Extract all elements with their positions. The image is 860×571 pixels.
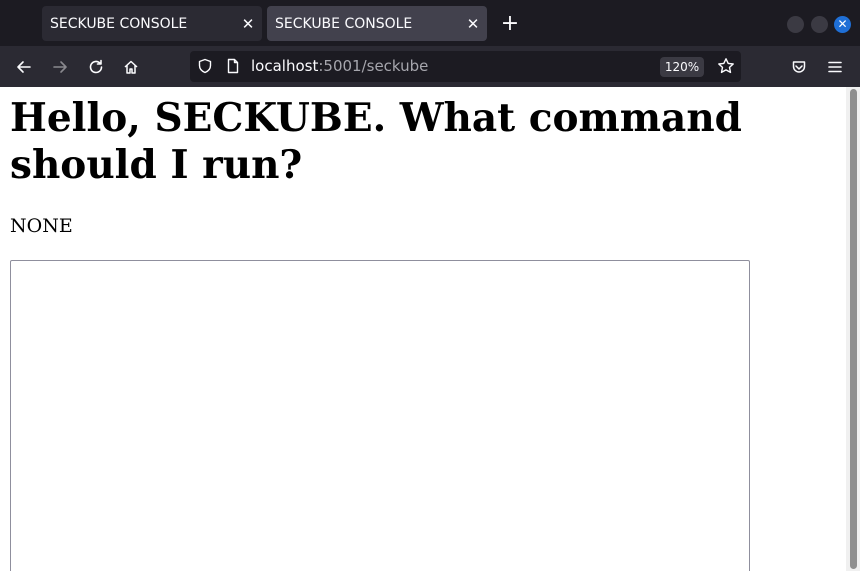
vertical-scrollbar[interactable] (846, 87, 860, 571)
bookmark-star-icon[interactable] (716, 56, 736, 76)
home-icon (124, 60, 138, 74)
maximize-button[interactable] (811, 16, 828, 33)
navigation-toolbar: localhost:5001/seckube 120% (0, 46, 860, 87)
command-input[interactable] (10, 260, 750, 571)
arrow-right-icon (53, 61, 67, 73)
address-bar[interactable]: localhost:5001/seckube 120% (190, 51, 741, 82)
tab-seckube-console-1[interactable]: SECKUBE CONSOLE ✕ (42, 6, 262, 41)
back-button[interactable] (11, 54, 37, 80)
command-result-text: NONE (10, 215, 73, 237)
tab-strip: SECKUBE CONSOLE ✕ SECKUBE CONSOLE ✕ + ✕ (0, 0, 860, 46)
window-close-button[interactable]: ✕ (834, 16, 851, 33)
tab-close-icon[interactable]: ✕ (459, 15, 487, 33)
new-tab-button[interactable]: + (497, 10, 523, 38)
menu-button[interactable] (822, 54, 848, 80)
pocket-button[interactable] (786, 54, 812, 80)
page-content: Hello, SECKUBE. What command should I ru… (0, 87, 846, 571)
tab-close-icon[interactable]: ✕ (234, 15, 262, 33)
reload-icon (89, 59, 103, 74)
scrollbar-thumb[interactable] (850, 89, 857, 569)
url-path: :5001/seckube (318, 57, 429, 75)
url-text[interactable]: localhost:5001/seckube (251, 57, 428, 75)
tab-title: SECKUBE CONSOLE (50, 15, 188, 32)
forward-button[interactable] (47, 54, 73, 80)
page-heading: Hello, SECKUBE. What command should I ru… (10, 95, 742, 188)
tab-seckube-console-2[interactable]: SECKUBE CONSOLE ✕ (267, 6, 487, 41)
arrow-left-icon (17, 61, 31, 73)
minimize-button[interactable] (787, 16, 804, 33)
zoom-level-badge[interactable]: 120% (660, 57, 704, 77)
home-button[interactable] (118, 54, 144, 80)
hamburger-menu-icon (828, 61, 842, 73)
url-host: localhost (251, 57, 319, 75)
reload-button[interactable] (83, 54, 109, 80)
shield-icon[interactable] (195, 56, 215, 76)
tab-title: SECKUBE CONSOLE (275, 15, 413, 32)
page-icon[interactable] (223, 56, 243, 76)
pocket-icon (792, 61, 806, 73)
